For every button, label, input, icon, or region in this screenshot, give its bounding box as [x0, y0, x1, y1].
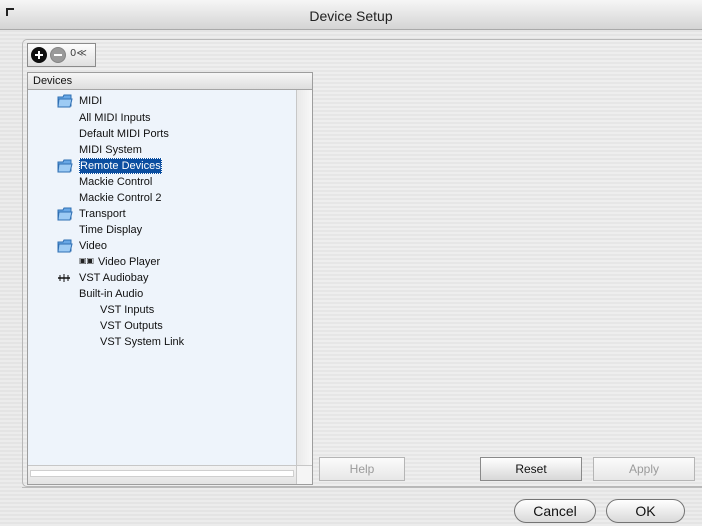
tree-item-label: MIDI: [79, 95, 103, 107]
vertical-scrollbar[interactable]: [296, 90, 312, 465]
video-player-icon: ▣▣: [79, 256, 95, 265]
add-device-button[interactable]: [31, 47, 47, 63]
tree-item-label: Video: [79, 240, 107, 252]
tree-item-mackie-control-2[interactable]: Mackie Control 2: [79, 190, 229, 206]
folder-icon: [57, 94, 73, 108]
tree-item-label: All MIDI Inputs: [79, 112, 151, 124]
help-button[interactable]: Help: [319, 457, 405, 481]
folder-icon: [57, 207, 73, 221]
reset-button[interactable]: Reset: [480, 457, 582, 481]
apply-button[interactable]: Apply: [593, 457, 695, 481]
tree-item-label: Remote Devices: [79, 158, 162, 174]
tree-item-midi[interactable]: MIDI: [57, 93, 177, 109]
remove-device-button[interactable]: [50, 47, 66, 63]
tree-item-remote-devices[interactable]: Remote Devices: [57, 158, 207, 174]
tree-item-time-display[interactable]: Time Display: [79, 222, 219, 238]
title-bar[interactable]: Device Setup: [0, 0, 702, 30]
dialog-divider: [22, 487, 702, 488]
tree-item-default-midi-ports[interactable]: Default MIDI Ports: [79, 126, 249, 142]
tree-item-label: Mackie Control 2: [79, 192, 162, 204]
device-setup-window: Device Setup 0≪ Devices MIDI All MIDI In…: [0, 0, 702, 526]
tree-item-all-midi-inputs[interactable]: All MIDI Inputs: [79, 110, 229, 126]
tree-item-label: Time Display: [79, 224, 143, 236]
tree-item-label: Mackie Control: [79, 176, 153, 188]
tree-item-mackie-control[interactable]: Mackie Control: [79, 174, 219, 190]
tree-item-label: Default MIDI Ports: [79, 128, 169, 140]
tree-item-vst-audiobay[interactable]: VST Audiobay: [57, 270, 197, 286]
devices-tree[interactable]: MIDI All MIDI Inputs Default MIDI Ports …: [29, 90, 296, 465]
vst-audiobay-icon: [57, 272, 71, 282]
tree-item-video-player[interactable]: ▣▣ Video Player: [79, 254, 229, 270]
tree-item-label: VST System Link: [100, 336, 185, 348]
tree-item-label: VST Audiobay: [79, 272, 149, 284]
cancel-button[interactable]: Cancel: [514, 499, 596, 523]
tree-item-vst-system-link[interactable]: VST System Link: [100, 334, 260, 350]
ok-button[interactable]: OK: [606, 499, 685, 523]
scrollbar-corner: [296, 465, 312, 484]
tree-item-label: Built-in Audio: [79, 288, 144, 300]
tree-item-label: MIDI System: [79, 144, 142, 156]
tree-item-label: VST Outputs: [100, 320, 163, 332]
tree-item-built-in-audio[interactable]: Built-in Audio: [79, 286, 229, 302]
device-toolbar: 0≪: [27, 43, 96, 67]
folder-icon: [57, 159, 73, 173]
tree-item-vst-outputs[interactable]: VST Outputs: [100, 318, 240, 334]
window-title: Device Setup: [309, 8, 393, 24]
folder-icon: [57, 239, 73, 253]
tree-item-video[interactable]: Video: [57, 238, 177, 254]
horizontal-scroll-track[interactable]: [30, 470, 294, 477]
horizontal-scrollbar[interactable]: [28, 465, 312, 484]
tree-item-vst-inputs[interactable]: VST Inputs: [100, 302, 240, 318]
tree-item-transport[interactable]: Transport: [57, 206, 177, 222]
tree-item-midi-system[interactable]: MIDI System: [79, 142, 219, 158]
tree-item-label: Transport: [79, 208, 126, 220]
tree-item-label: VST Inputs: [100, 304, 155, 316]
devices-panel: Devices MIDI All MIDI Inputs Default MID…: [27, 72, 313, 485]
devices-column-header: Devices: [28, 73, 312, 90]
reset-devices-button[interactable]: 0≪: [70, 48, 87, 60]
tree-item-label: Video Player: [98, 256, 161, 268]
